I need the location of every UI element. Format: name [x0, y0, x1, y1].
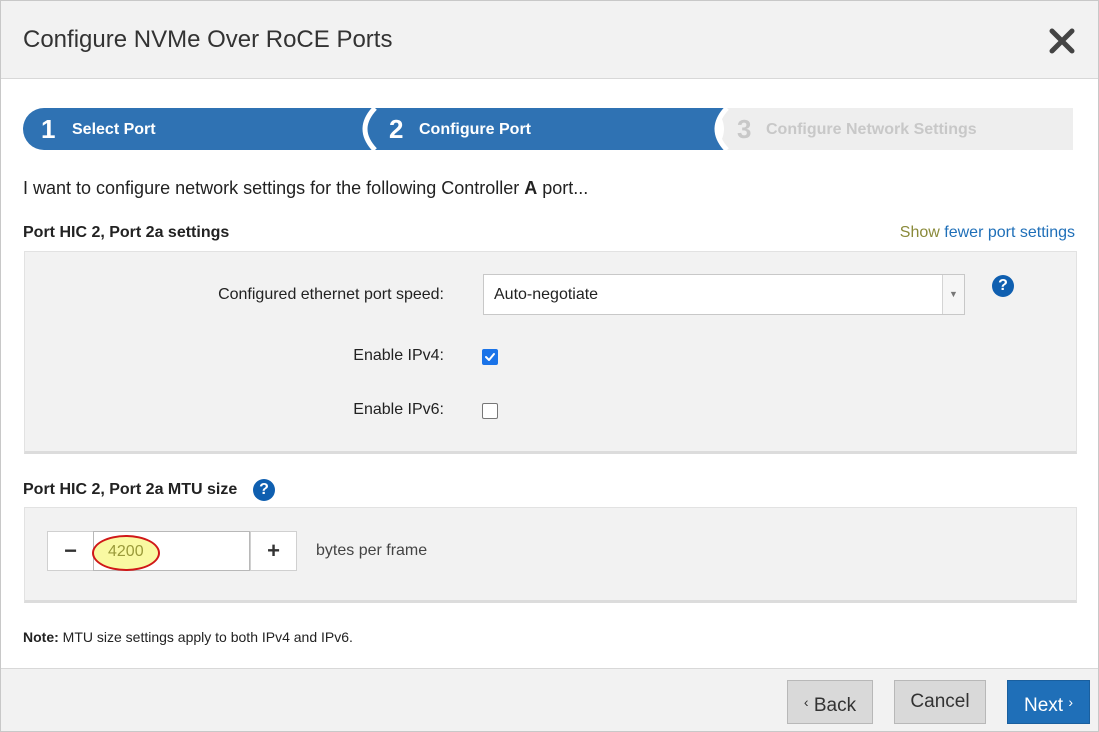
intro-prefix: I want to configure network settings for… — [23, 178, 525, 198]
mtu-increment-button[interactable]: + — [250, 531, 297, 571]
intro-text: I want to configure network settings for… — [23, 178, 588, 199]
mtu-note: Note: MTU size settings apply to both IP… — [23, 629, 353, 645]
configure-ports-dialog: Configure NVMe Over RoCE Ports 1 Select … — [0, 0, 1099, 732]
mtu-unit-label: bytes per frame — [316, 542, 428, 559]
enable-ipv4-checkbox[interactable] — [482, 349, 498, 365]
note-text: MTU size settings apply to both IPv4 and… — [58, 629, 353, 645]
port-speed-value: Auto-negotiate — [494, 286, 599, 303]
wizard-steps: 1 Select Port 2 Configure Port 3 Configu… — [23, 108, 1073, 150]
chevron-right-icon: › — [1068, 694, 1074, 710]
step-number: 2 — [389, 114, 404, 144]
show-fewer-port-settings-link[interactable]: Show fewer port settings — [883, 216, 1075, 252]
chevron-left-icon: ‹ — [803, 694, 809, 710]
back-button[interactable]: ‹ Back — [787, 680, 873, 724]
step-label: Configure Port — [419, 121, 531, 138]
enable-ipv4-label: Enable IPv4: — [353, 347, 444, 364]
wizard-step-select-port[interactable]: 1 Select Port — [39, 108, 369, 150]
close-icon[interactable] — [1048, 27, 1076, 55]
step-label: Configure Network Settings — [766, 121, 977, 138]
fewer-port-settings-text: fewer port settings — [939, 224, 1075, 241]
cancel-button[interactable]: Cancel — [894, 680, 986, 724]
mtu-stepper: − 4200 + — [47, 531, 297, 571]
mtu-help-icon[interactable]: ? — [253, 479, 275, 501]
step-label: Select Port — [72, 121, 156, 138]
dialog-title: Configure NVMe Over RoCE Ports — [23, 26, 393, 53]
mtu-value-highlight: 4200 — [92, 535, 160, 571]
checkmark-icon — [485, 353, 495, 361]
chevron-down-icon: ▼ — [942, 275, 964, 314]
step-number: 3 — [737, 114, 752, 144]
cancel-label: Cancel — [910, 691, 970, 712]
mtu-value: 4200 — [108, 543, 144, 560]
wizard-step-configure-network-settings: 3 Configure Network Settings — [735, 108, 1065, 150]
dialog-footer: ‹ Back Cancel Next › — [1, 668, 1098, 731]
dialog-header: Configure NVMe Over RoCE Ports — [1, 1, 1098, 79]
port-speed-select[interactable]: Auto-negotiate ▼ — [483, 274, 965, 315]
controller-name: A — [524, 178, 538, 198]
back-label: Back — [813, 695, 857, 716]
next-label: Next — [1023, 695, 1064, 716]
intro-suffix: port... — [537, 178, 589, 198]
next-button[interactable]: Next › — [1007, 680, 1090, 724]
note-label: Note: — [23, 629, 59, 645]
enable-ipv6-checkbox[interactable] — [482, 403, 498, 419]
mtu-decrement-button[interactable]: − — [47, 531, 94, 571]
port-speed-help-icon[interactable]: ? — [992, 275, 1014, 297]
port-settings-title: Port HIC 2, Port 2a settings — [23, 224, 230, 241]
port-speed-label: Configured ethernet port speed: — [218, 286, 444, 303]
show-highlight: Show — [883, 216, 954, 252]
step-number: 1 — [41, 114, 56, 144]
wizard-step-configure-port[interactable]: 2 Configure Port — [387, 108, 717, 150]
enable-ipv6-label: Enable IPv6: — [353, 401, 444, 418]
mtu-title: Port HIC 2, Port 2a MTU size — [23, 481, 238, 498]
mtu-input[interactable]: 4200 — [92, 531, 250, 571]
